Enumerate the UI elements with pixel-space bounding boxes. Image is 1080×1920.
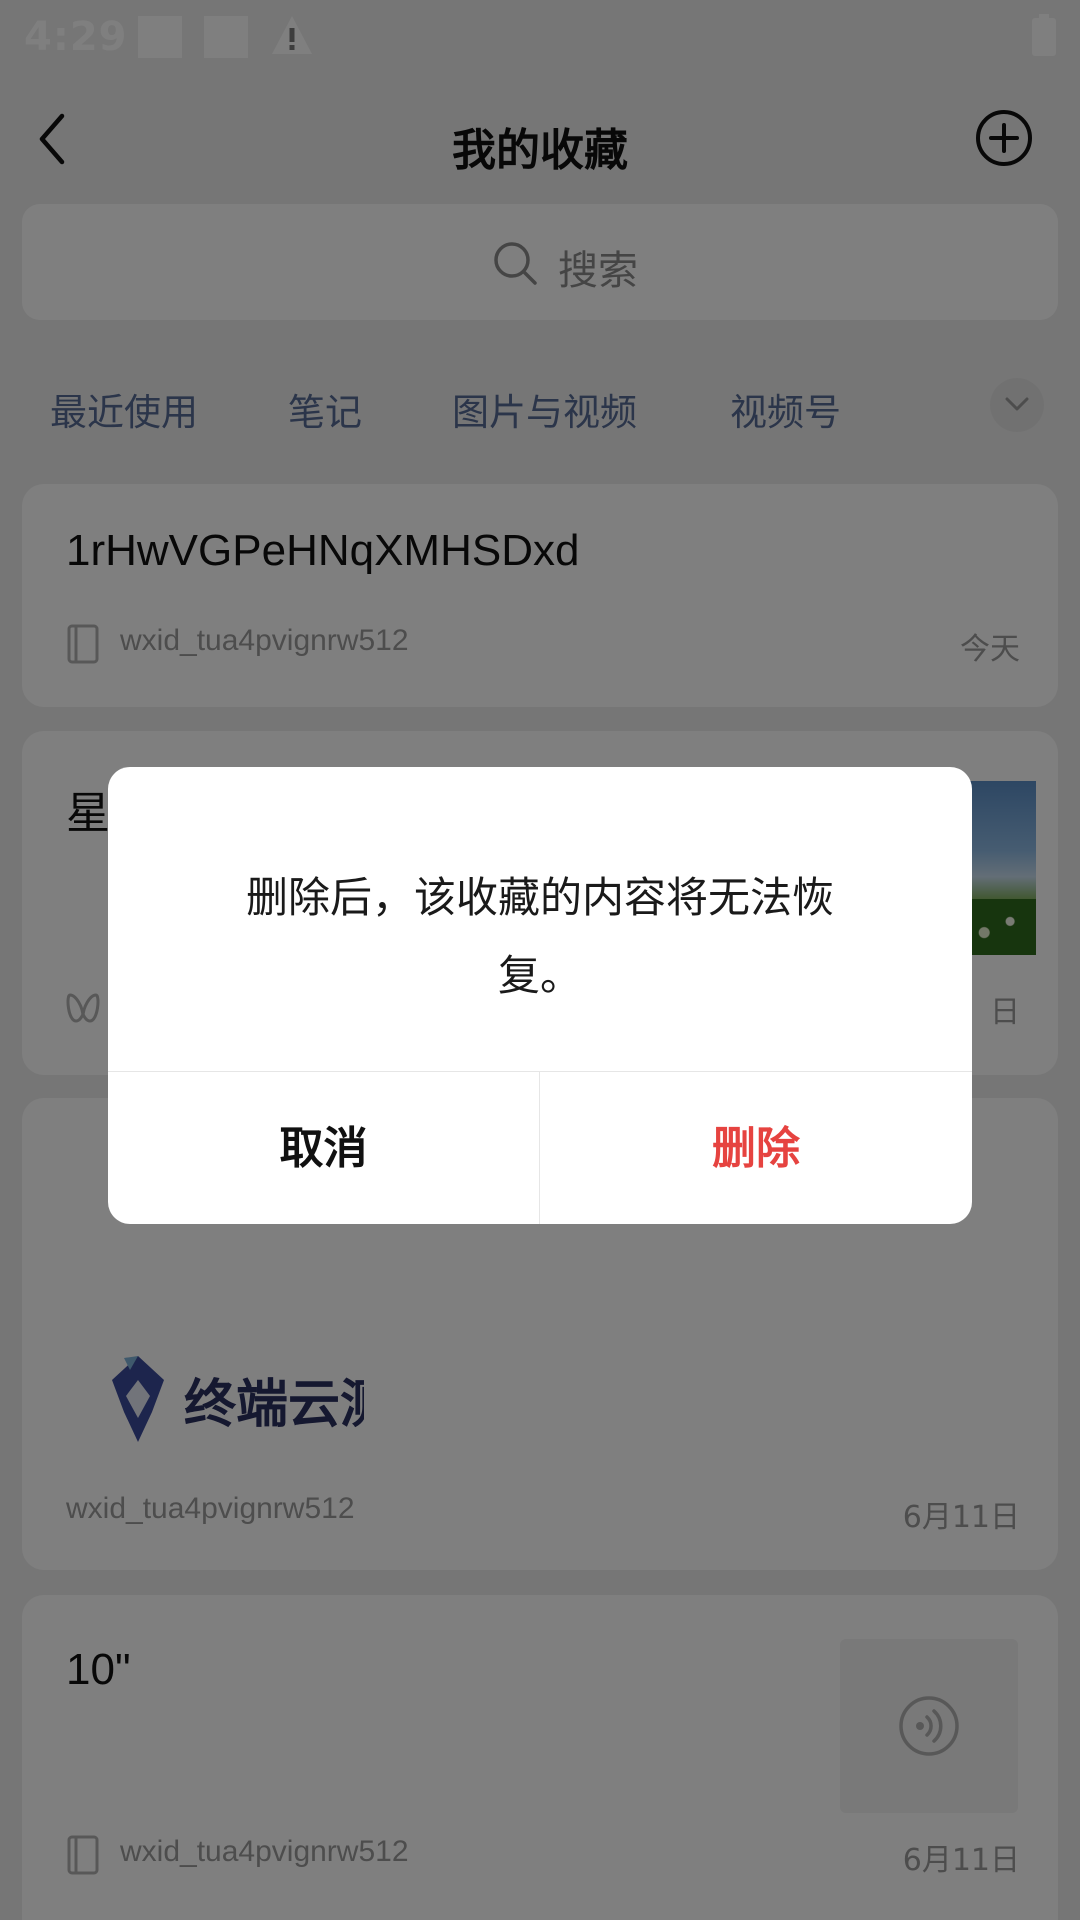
dialog-message: 删除后，该收藏的内容将无法恢复。 bbox=[245, 873, 834, 1000]
delete-confirm-dialog: 删除后，该收藏的内容将无法恢复。 取消 删除 bbox=[108, 767, 972, 1224]
cancel-button[interactable]: 取消 bbox=[108, 1072, 540, 1224]
dialog-actions: 取消 删除 bbox=[108, 1071, 972, 1224]
delete-button[interactable]: 删除 bbox=[540, 1072, 972, 1224]
